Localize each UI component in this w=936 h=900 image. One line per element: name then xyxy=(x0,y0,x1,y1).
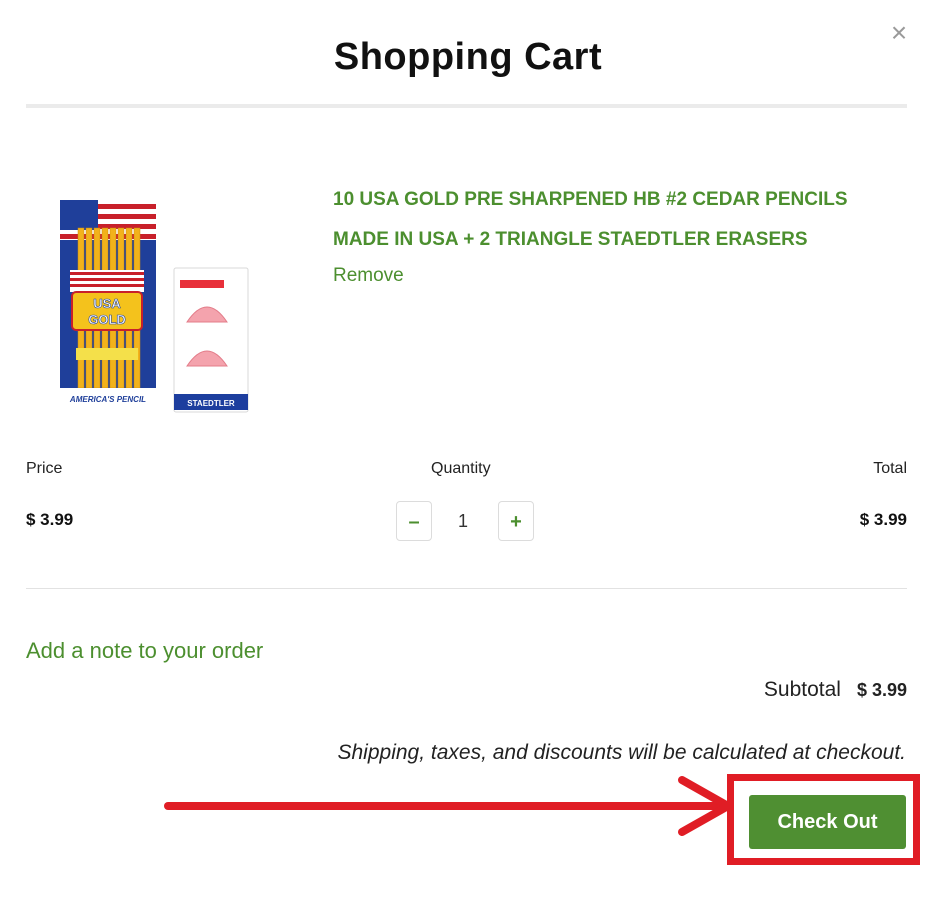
svg-text:STAEDTLER: STAEDTLER xyxy=(187,399,235,408)
page-title: Shopping Cart xyxy=(333,36,603,78)
minus-icon[interactable]: – xyxy=(396,501,432,541)
total-column-label: Total xyxy=(873,460,907,477)
plus-icon[interactable]: + xyxy=(498,501,534,541)
product-image[interactable]: USA GOLD AMERICA'S PENCIL STAEDTLER xyxy=(56,180,256,420)
quantity-stepper: – 1 + xyxy=(396,501,536,543)
quantity-column-label: Quantity xyxy=(431,460,491,477)
subtotal-value: $ 3.99 xyxy=(856,680,907,700)
remove-link[interactable]: Remove xyxy=(333,265,404,287)
pack-footer-text: AMERICA'S PENCIL xyxy=(69,395,146,404)
item-total: $ 3.99 xyxy=(859,510,907,529)
cart-modal: × Shopping Cart USA GOLD AMERICA'S PENCI… xyxy=(0,0,936,900)
svg-text:GOLD: GOLD xyxy=(88,312,126,327)
brand-text: USA xyxy=(93,296,121,311)
item-price: $ 3.99 xyxy=(26,510,74,529)
add-note-link[interactable]: Add a note to your order xyxy=(26,638,263,664)
highlight-box-annotation xyxy=(727,774,920,865)
product-title-line-1[interactable]: 10 USA GOLD PRE SHARPENED HB #2 CEDAR PE… xyxy=(333,180,893,220)
quantity-value[interactable]: 1 xyxy=(448,501,478,541)
product-title-line-2[interactable]: MADE IN USA + 2 TRIANGLE STAEDTLER ERASE… xyxy=(333,220,893,260)
shipping-note: Shipping, taxes, and discounts will be c… xyxy=(337,741,906,764)
subtotal-label: Subtotal xyxy=(763,678,841,701)
cart-divider xyxy=(26,588,907,589)
subtotal-row: Subtotal $ 3.99 xyxy=(764,678,907,702)
title-divider xyxy=(26,104,907,108)
arrow-annotation xyxy=(164,776,732,836)
product-title-link[interactable]: 10 USA GOLD PRE SHARPENED HB #2 CEDAR PE… xyxy=(333,180,893,260)
price-column-label: Price xyxy=(26,460,63,477)
